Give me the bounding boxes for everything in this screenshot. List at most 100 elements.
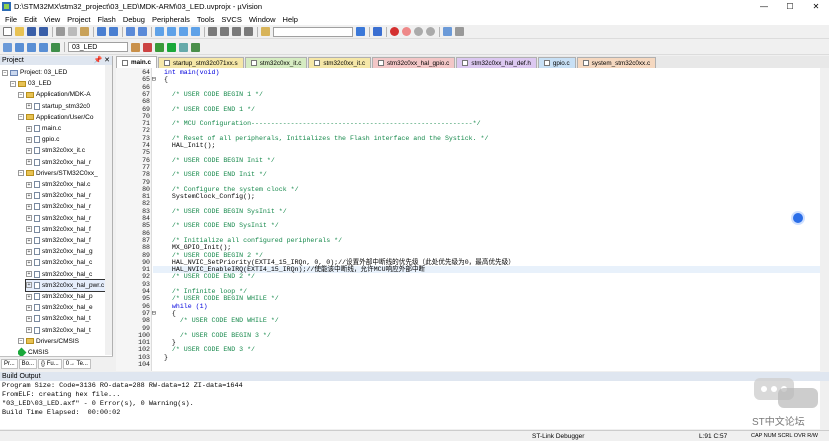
copy-config-icon[interactable] (179, 42, 188, 52)
undo-icon[interactable] (97, 27, 106, 36)
code-line[interactable]: /* MCU Configuration--------------------… (164, 120, 481, 127)
expand-toggle-icon[interactable]: + (26, 271, 32, 278)
editor-tab[interactable]: stm32c0xx_it.c (244, 57, 308, 68)
menu-item-project[interactable]: Project (67, 15, 90, 24)
comment-icon[interactable] (232, 27, 241, 36)
close-button[interactable]: ✕ (803, 0, 829, 13)
tree-file-item[interactable]: + stm32c0xx_hal_r (26, 201, 106, 212)
code-line[interactable]: MX_GPIO_Init(); (164, 244, 231, 251)
find-combo[interactable] (273, 26, 353, 37)
open-folder-icon[interactable] (15, 27, 24, 36)
tree-file-item[interactable]: + stm32c0xx_hal_g (26, 246, 106, 257)
editor-tab[interactable]: main.c (116, 56, 157, 68)
breakpoint-kill-icon[interactable] (414, 27, 423, 36)
expand-toggle-icon[interactable]: + (26, 159, 32, 166)
bookmark-clear-icon[interactable] (191, 27, 200, 36)
bookmark-prev-icon[interactable] (167, 27, 176, 36)
tree-folder-item[interactable]: − Application/MDK-A (18, 89, 106, 100)
expand-toggle-icon[interactable]: − (10, 80, 16, 87)
breakpoint-disable-icon[interactable] (402, 27, 411, 36)
fold-toggle-icon[interactable]: ⊟ (152, 76, 162, 83)
editor-tab[interactable]: startup_stm32c071xx.s (157, 57, 244, 68)
editor-tab[interactable]: stm32c0xx_hal_gpio.c (372, 57, 456, 68)
expand-toggle-icon[interactable]: + (26, 248, 32, 255)
expand-toggle-icon[interactable]: + (26, 259, 32, 266)
pin-icon[interactable]: 📌 (93, 57, 102, 64)
expand-toggle-icon[interactable]: + (26, 103, 32, 110)
code-line[interactable]: /* USER CODE END Init */ (164, 171, 267, 178)
nav-forward-icon[interactable] (138, 27, 147, 36)
menu-item-flash[interactable]: Flash (98, 15, 116, 24)
code-line[interactable]: while (1) (164, 303, 208, 310)
project-bottom-tab[interactable]: {} Fu... (38, 359, 62, 369)
cut-icon[interactable] (56, 27, 65, 36)
expand-toggle-icon[interactable]: + (26, 315, 32, 322)
expand-toggle-icon[interactable]: − (18, 170, 24, 177)
new-file-icon[interactable] (3, 27, 12, 36)
project-bottom-tab[interactable]: 0→ Te... (62, 359, 91, 369)
nav-back-icon[interactable] (126, 27, 135, 36)
code-line[interactable]: /* USER CODE END 2 */ (164, 273, 255, 280)
configure-icon[interactable] (455, 27, 464, 36)
tree-file-item[interactable]: + stm32c0xx_hal_t (26, 325, 106, 336)
code-line[interactable]: /* USER CODE BEGIN SysInit */ (164, 208, 287, 215)
tree-target-item[interactable]: − 03_LED (10, 78, 106, 89)
minimize-button[interactable]: — (751, 0, 777, 13)
tree-file-item[interactable]: + stm32c0xx_hal_p (26, 291, 106, 302)
tree-folder-item[interactable]: − Application/User/Co (18, 112, 106, 123)
find-icon[interactable] (356, 27, 365, 36)
editor-scrollbar[interactable] (820, 68, 829, 371)
code-line[interactable]: /* Reset of all peripherals, Initializes… (164, 135, 489, 142)
pane-close-icon[interactable]: ✕ (104, 57, 110, 64)
project-bottom-tab[interactable]: Bo... (18, 359, 38, 369)
code-line[interactable]: } (164, 339, 176, 346)
window-layout-icon[interactable] (443, 27, 452, 36)
project-bottom-tab[interactable]: Pr... (1, 359, 18, 369)
tree-folder-item[interactable]: − Drivers/CMSIS (18, 336, 106, 347)
expand-toggle-icon[interactable]: + (26, 192, 32, 199)
rebuild-icon[interactable] (27, 42, 36, 52)
copy-icon[interactable] (68, 27, 77, 36)
code-line[interactable]: /* USER CODE END SysInit */ (164, 222, 279, 229)
code-line[interactable]: } (164, 354, 168, 361)
expand-toggle-icon[interactable]: + (26, 226, 32, 233)
editor-tab[interactable]: gpio.c (537, 57, 576, 68)
batch-build-icon[interactable] (39, 42, 48, 52)
tree-file-item[interactable]: + stm32c0xx_hal_r (26, 157, 106, 168)
expand-toggle-icon[interactable]: + (26, 237, 32, 244)
expand-toggle-icon[interactable]: + (26, 147, 32, 154)
tree-file-item[interactable]: + stm32c0xx_hal_e (26, 302, 106, 313)
code-line[interactable]: { (164, 76, 168, 83)
tree-file-item[interactable]: + stm32c0xx_hal_pwr.c (25, 278, 107, 292)
tree-file-item[interactable]: + stm32c0xx_hal.c (26, 179, 106, 190)
unindent-icon[interactable] (220, 27, 229, 36)
code-line[interactable]: /* USER CODE BEGIN 1 */ (164, 91, 263, 98)
code-line[interactable]: HAL_Init(); (164, 142, 216, 149)
tree-file-item[interactable]: + stm32c0xx_hal_c (26, 257, 106, 268)
target-select[interactable]: 03_LED (68, 42, 128, 52)
expand-toggle-icon[interactable]: + (26, 304, 32, 311)
breakpoint-icon[interactable] (390, 27, 399, 36)
expand-toggle-icon[interactable]: + (26, 181, 32, 188)
menu-item-view[interactable]: View (44, 15, 60, 24)
code-line[interactable]: HAL_NVIC_EnableIRQ(EXTI4_15_IRQn);//使能该中… (164, 266, 425, 273)
tree-file-item[interactable]: + stm32c0xx_it.c (26, 145, 106, 156)
tree-file-item[interactable]: + stm32c0xx_hal_r (26, 190, 106, 201)
code-line[interactable]: /* USER CODE BEGIN 2 */ (164, 252, 263, 259)
code-line[interactable]: { (164, 310, 176, 317)
expand-toggle-icon[interactable]: + (26, 136, 32, 143)
code-line[interactable]: /* USER CODE BEGIN Init */ (164, 157, 275, 164)
menu-item-edit[interactable]: Edit (24, 15, 37, 24)
expand-toggle-icon[interactable]: − (18, 91, 24, 98)
expand-toggle-icon[interactable]: + (26, 125, 32, 132)
code-editor[interactable]: 64 65 66 67 68 69 70 71 72 73 74 75 76 77 78 79 80 81 82 83… (116, 68, 820, 371)
expand-toggle-icon[interactable]: + (26, 282, 32, 289)
expand-toggle-icon[interactable]: − (18, 114, 24, 121)
expand-toggle-icon[interactable]: + (26, 203, 32, 210)
menu-item-file[interactable]: File (5, 15, 17, 24)
code-line[interactable]: int main(void) (164, 69, 219, 76)
menu-item-window[interactable]: Window (249, 15, 276, 24)
save-icon[interactable] (27, 27, 36, 36)
save-all-icon[interactable] (39, 27, 48, 36)
indent-icon[interactable] (208, 27, 217, 36)
